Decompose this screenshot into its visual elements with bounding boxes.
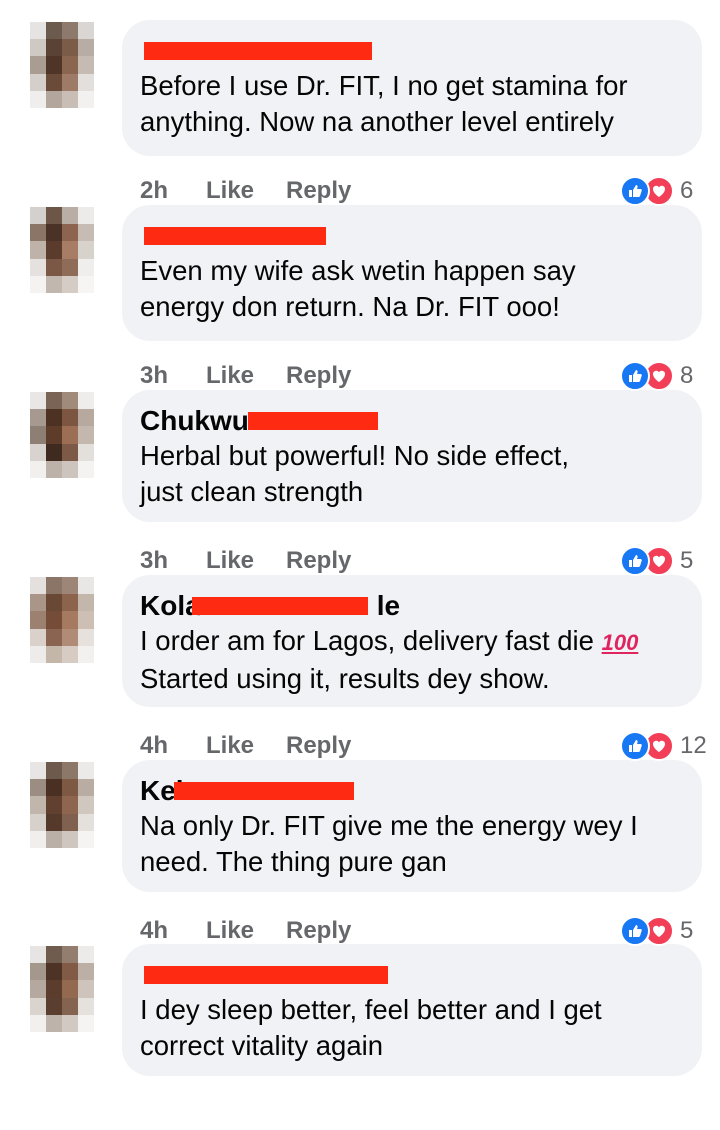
reaction-summary[interactable]: 8: [620, 360, 693, 392]
comment-line: just clean strength: [140, 476, 364, 507]
like-button[interactable]: Like: [206, 731, 286, 761]
avatar[interactable]: [30, 207, 94, 293]
timestamp[interactable]: 2h: [140, 176, 206, 206]
reaction-count: 6: [680, 177, 694, 204]
comment-text: I order am for Lagos, delivery fast die …: [140, 623, 700, 697]
commenter-name[interactable]: Chukwu: [140, 404, 249, 438]
commenter-name-end: le: [376, 590, 401, 621]
like-icon: [620, 916, 650, 946]
avatar[interactable]: [30, 392, 94, 478]
avatar[interactable]: [30, 577, 94, 663]
name-redaction: [144, 227, 326, 245]
timestamp[interactable]: 3h: [140, 361, 206, 391]
reply-button[interactable]: Reply: [286, 546, 351, 576]
timestamp[interactable]: 4h: [140, 731, 206, 761]
comment-actions: 4h Like Reply: [140, 731, 351, 761]
comment-text: Before I use Dr. FIT, I no get stamina f…: [140, 68, 700, 140]
comment-line: Even my wife ask wetin happen say: [140, 255, 576, 286]
comment-actions: 3h Like Reply: [140, 546, 351, 576]
comment-actions: 3h Like Reply: [140, 361, 351, 391]
comment: I dey sleep better, feel better and I ge…: [0, 944, 720, 1130]
reply-button[interactable]: Reply: [286, 916, 351, 946]
comment-line: anything. Now na another level entirely: [140, 106, 614, 137]
avatar[interactable]: [30, 946, 94, 1032]
name-redaction: [192, 597, 368, 615]
reaction-summary[interactable]: 5: [620, 915, 693, 947]
comment: Kola le I order am for Lagos, delivery fa…: [0, 575, 720, 761]
name-redaction: [248, 412, 378, 430]
like-icon: [620, 546, 650, 576]
comment-line: Na only Dr. FIT give me the energy wey I: [140, 810, 638, 841]
comment-line: energy don return. Na Dr. FIT ooo!: [140, 291, 560, 322]
comment-actions: 2h Like Reply: [140, 176, 351, 206]
comment-text: I dey sleep better, feel better and I ge…: [140, 992, 700, 1064]
comment: Before I use Dr. FIT, I no get stamina f…: [0, 20, 720, 206]
reaction-summary[interactable]: 5: [620, 545, 693, 577]
avatar[interactable]: [30, 762, 94, 848]
comment-bubble: Kola le I order am for Lagos, delivery fa…: [122, 575, 702, 707]
like-icon: [620, 176, 650, 206]
comment-bubble: I dey sleep better, feel better and I ge…: [122, 944, 702, 1076]
like-icon: [620, 731, 650, 761]
comment-text: Even my wife ask wetin happen say energy…: [140, 253, 700, 325]
comment: Chukwu Herbal but powerful! No side effe…: [0, 390, 720, 576]
name-redaction: [144, 966, 388, 984]
comment-line: need. The thing pure gan: [140, 846, 447, 877]
comment-line: Before I use Dr. FIT, I no get stamina f…: [140, 70, 628, 101]
reaction-count: 8: [680, 362, 694, 389]
timestamp[interactable]: 4h: [140, 916, 206, 946]
like-button[interactable]: Like: [206, 176, 286, 206]
comment-line: I dey sleep better, feel better and I ge…: [140, 994, 602, 1025]
reaction-count: 5: [680, 917, 694, 944]
avatar[interactable]: [30, 22, 94, 108]
hundred-points-emoji: 100: [601, 630, 639, 655]
comment: Kel Na only Dr. FIT give me the energy w…: [0, 760, 720, 946]
comment-line: I order am for Lagos, delivery fast die …: [140, 623, 700, 661]
comment-bubble: Kel Na only Dr. FIT give me the energy w…: [122, 760, 702, 892]
reaction-summary[interactable]: 12: [620, 730, 707, 762]
reply-button[interactable]: Reply: [286, 176, 351, 206]
reaction-count: 12: [680, 732, 707, 759]
name-redaction: [174, 782, 354, 800]
comment-actions: 4h Like Reply: [140, 916, 351, 946]
comment-line: Started using it, results dey show.: [140, 663, 550, 694]
reply-button[interactable]: Reply: [286, 731, 351, 761]
like-icon: [620, 361, 650, 391]
comment-bubble: Before I use Dr. FIT, I no get stamina f…: [122, 20, 702, 156]
name-redaction: [144, 42, 372, 60]
comment-bubble: Chukwu Herbal but powerful! No side effe…: [122, 390, 702, 522]
comment: Even my wife ask wetin happen say energy…: [0, 205, 720, 391]
comment-bubble: Even my wife ask wetin happen say energy…: [122, 205, 702, 341]
comment-line: Herbal but powerful! No side effect,: [140, 440, 570, 471]
reply-button[interactable]: Reply: [286, 361, 351, 391]
reaction-summary[interactable]: 6: [620, 175, 693, 207]
comment-line-text: I order am for Lagos, delivery fast die: [140, 625, 594, 656]
like-button[interactable]: Like: [206, 546, 286, 576]
comment-line: correct vitality again: [140, 1030, 384, 1061]
like-button[interactable]: Like: [206, 916, 286, 946]
comment-text: Herbal but powerful! No side effect, jus…: [140, 438, 700, 510]
timestamp[interactable]: 3h: [140, 546, 206, 576]
comment-text: Na only Dr. FIT give me the energy wey I…: [140, 808, 700, 880]
reaction-count: 5: [680, 547, 694, 574]
like-button[interactable]: Like: [206, 361, 286, 391]
